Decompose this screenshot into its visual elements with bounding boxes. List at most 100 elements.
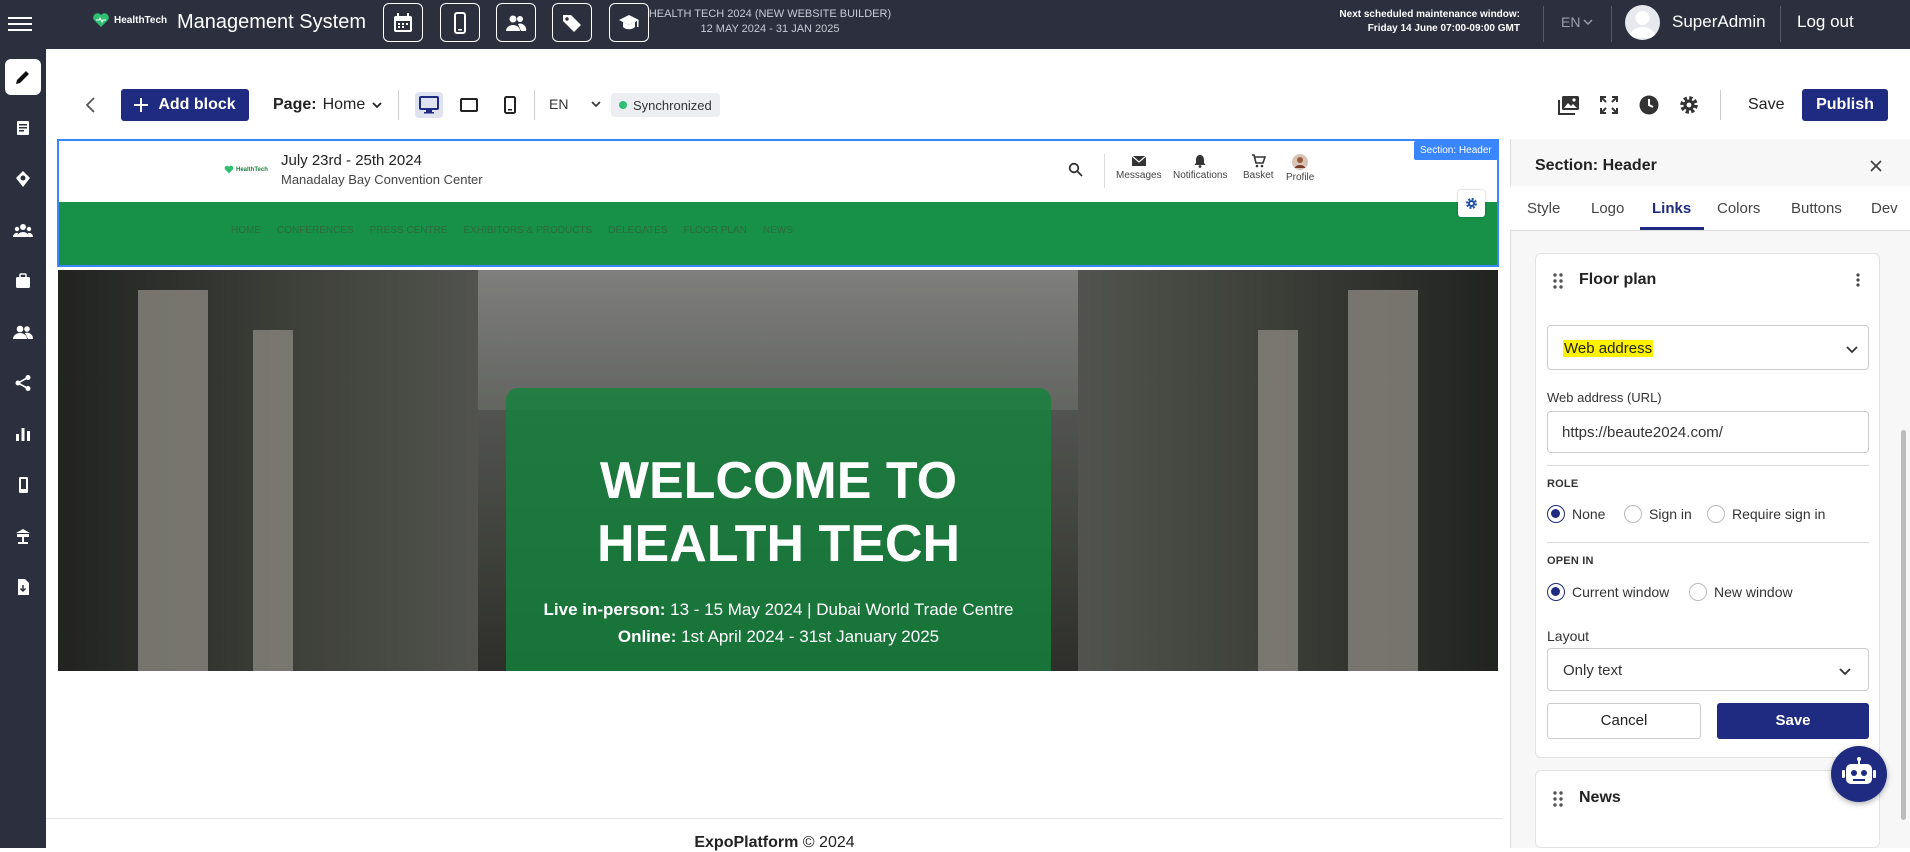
rail-item-share[interactable]: [5, 365, 41, 401]
drag-handle-icon[interactable]: [1552, 272, 1564, 290]
preview-nav-news[interactable]: NEWS: [763, 225, 793, 236]
preview-notifications[interactable]: Notifications: [1173, 154, 1227, 181]
preview-nav-press-centre[interactable]: PRESS CENTRE: [370, 225, 448, 236]
section-settings-button[interactable]: [1458, 190, 1485, 217]
page-value: Home: [322, 96, 366, 113]
preview-nav-delegates[interactable]: DELEGATES: [608, 225, 667, 236]
people-button[interactable]: [496, 3, 536, 42]
link-item-title: Floor plan: [1579, 271, 1657, 288]
maintenance-notice: Next scheduled maintenance window: Frida…: [1290, 8, 1520, 36]
hero-banner[interactable]: WELCOME TO HEALTH TECH Live in-person: 1…: [58, 270, 1498, 671]
chevron-down-icon: [372, 102, 382, 109]
rail-item-analytics[interactable]: [5, 416, 41, 452]
plus-icon: [134, 98, 149, 112]
rail-item-pages[interactable]: [5, 110, 41, 146]
chatbot-button[interactable]: [1831, 746, 1887, 802]
brand-logo[interactable]: HealthTech: [92, 12, 167, 28]
preview-search-icon[interactable]: [1068, 162, 1083, 177]
content-language-selector[interactable]: EN: [549, 96, 602, 112]
calendar-icon: [394, 12, 412, 32]
url-input[interactable]: https://beaute2024.com/: [1547, 411, 1869, 453]
save-link-button[interactable]: Save: [1717, 703, 1869, 739]
sync-status-text: Synchronized: [633, 97, 712, 113]
user-avatar-icon: [1629, 11, 1656, 38]
left-rail: [0, 49, 46, 848]
open-in-current-window[interactable]: Current window: [1547, 583, 1669, 601]
hero-title-line1: WELCOME TO: [599, 452, 958, 510]
divider: [398, 90, 399, 120]
event-info[interactable]: HEALTH TECH 2024 (NEW WEBSITE BUILDER) 1…: [620, 7, 920, 37]
tab-buttons[interactable]: Buttons: [1791, 200, 1842, 217]
tab-logo[interactable]: Logo: [1591, 200, 1624, 217]
tab-colors[interactable]: Colors: [1717, 200, 1760, 217]
cancel-button[interactable]: Cancel: [1547, 703, 1701, 739]
preview-nav-bar: HOME CONFERENCES PRESS CENTRE EXHIBITORS…: [59, 202, 1497, 265]
mobile-view-button[interactable]: [496, 92, 524, 118]
badge-icon: [16, 171, 30, 187]
drag-handle-icon[interactable]: [1552, 790, 1564, 808]
divider: [1547, 542, 1869, 543]
tab-dev[interactable]: Dev: [1871, 200, 1898, 217]
calendar-button[interactable]: [383, 3, 423, 42]
preview-nav-floor-plan[interactable]: FLOOR PLAN: [684, 225, 747, 236]
tab-style[interactable]: Style: [1527, 200, 1560, 217]
heart-logo-icon: [224, 165, 234, 174]
divider: [1543, 6, 1544, 42]
add-block-button[interactable]: Add block: [121, 89, 249, 121]
preview-nav-conferences[interactable]: CONFERENCES: [277, 225, 354, 236]
user-avatar[interactable]: [1625, 5, 1660, 40]
rail-item-users[interactable]: [5, 314, 41, 350]
layout-select[interactable]: Only text: [1547, 648, 1869, 691]
tags-button[interactable]: [552, 3, 592, 42]
rail-item-editor[interactable]: [5, 59, 41, 95]
layout-label: Layout: [1547, 628, 1590, 644]
cart-icon: [1251, 154, 1266, 168]
link-type-select[interactable]: Web address: [1547, 325, 1869, 370]
role-option-require-sign-in[interactable]: Require sign in: [1707, 505, 1825, 523]
footer-brand[interactable]: ExpoPlatform: [694, 834, 798, 851]
rail-item-team[interactable]: [5, 212, 41, 248]
page-selector[interactable]: Page: Home: [273, 96, 383, 114]
language-selector[interactable]: EN: [1561, 14, 1593, 30]
layout-value: Only text: [1563, 662, 1623, 679]
hero-online-value: 1st April 2024 - 31st January 2025: [676, 627, 940, 646]
media-library-button[interactable]: [1557, 93, 1581, 117]
history-button[interactable]: [1637, 93, 1661, 117]
preview-messages[interactable]: Messages: [1116, 154, 1162, 181]
preview-profile[interactable]: Profile: [1286, 154, 1314, 183]
logout-link[interactable]: Log out: [1797, 12, 1854, 32]
role-option-none[interactable]: None: [1547, 505, 1605, 523]
preview-nav-home[interactable]: HOME: [231, 225, 261, 236]
rail-item-booths[interactable]: [5, 518, 41, 554]
panel-scrollbar[interactable]: [1901, 430, 1906, 820]
role-option-sign-in[interactable]: Sign in: [1624, 505, 1692, 523]
link-type-value: Web address: [1563, 340, 1654, 357]
divider: [534, 90, 535, 120]
open-in-option-label: New window: [1714, 584, 1793, 600]
settings-button[interactable]: [1677, 93, 1701, 117]
divider: [1104, 154, 1105, 188]
hamburger-menu-icon[interactable]: [6, 10, 34, 38]
rail-item-export[interactable]: [5, 569, 41, 605]
fullscreen-button[interactable]: [1597, 93, 1621, 117]
more-options-icon[interactable]: [1854, 271, 1862, 289]
open-in-new-window[interactable]: New window: [1689, 583, 1793, 601]
save-button[interactable]: Save: [1748, 96, 1784, 114]
preview-basket[interactable]: Basket: [1243, 154, 1274, 181]
mobile-icon: [19, 477, 28, 493]
preview-nav-exhibitors[interactable]: EXHIBITORS & PRODUCTS: [463, 225, 592, 236]
rail-item-badges[interactable]: [5, 161, 41, 197]
tablet-view-button[interactable]: [455, 92, 483, 118]
preview-logo[interactable]: HealthTech: [224, 165, 268, 174]
close-panel-button[interactable]: [1866, 156, 1886, 176]
back-button[interactable]: [80, 94, 102, 116]
rail-item-exhibitors[interactable]: [5, 263, 41, 299]
mobile-app-button[interactable]: [440, 3, 480, 42]
chevron-down-icon: [1839, 668, 1851, 676]
publish-button[interactable]: Publish: [1802, 89, 1888, 121]
rail-item-mobile[interactable]: [5, 467, 41, 503]
pencil-icon: [16, 71, 29, 84]
desktop-view-button[interactable]: [415, 92, 443, 118]
user-name[interactable]: SuperAdmin: [1672, 12, 1766, 32]
tab-links[interactable]: Links: [1652, 200, 1691, 217]
